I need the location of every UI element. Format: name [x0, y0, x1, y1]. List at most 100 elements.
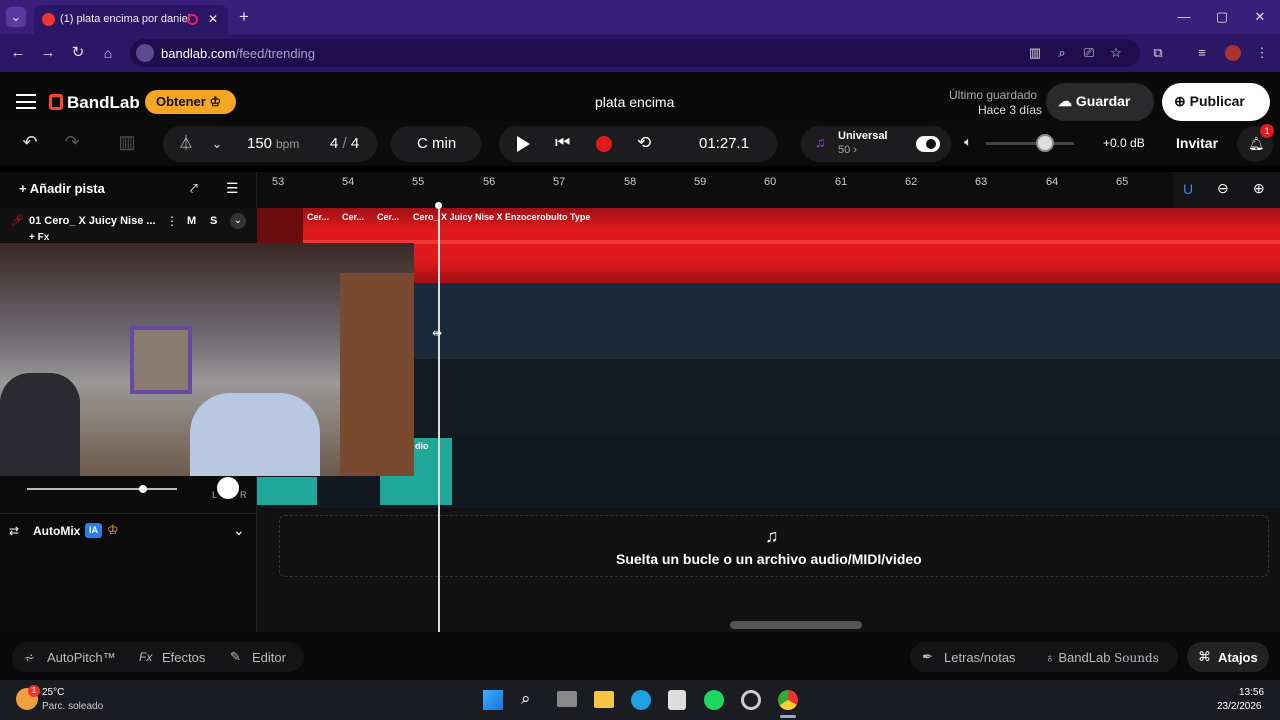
forward-icon[interactable]: →: [38, 43, 58, 63]
publish-button[interactable]: ⊕ Publicar: [1162, 83, 1270, 121]
position-display: 01:27.1: [699, 135, 750, 152]
add-track-button[interactable]: + Añadir pista: [19, 181, 105, 196]
invite-button[interactable]: Invitar: [1176, 135, 1218, 151]
pan-right-label: R: [240, 490, 247, 500]
skip-to-start-icon[interactable]: ⏮: [555, 133, 570, 153]
search-icon[interactable]: ⌕: [521, 689, 531, 709]
timeline-ruler[interactable]: 53 54 55 56 57 58 59 60 61 62 63 64 65 U…: [257, 172, 1280, 208]
preset-value[interactable]: 50 ›: [838, 144, 857, 156]
save-button[interactable]: ☁ Guardar: [1046, 83, 1154, 121]
hamburger-menu-icon[interactable]: [16, 94, 36, 109]
crown-icon: ♔: [209, 94, 222, 109]
track-1-name[interactable]: 01 Cero_ X Juicy Nise ...: [29, 215, 156, 227]
autopitch-button[interactable]: AutoPitch™: [47, 650, 116, 665]
maximize-icon[interactable]: ▢: [1212, 7, 1232, 27]
reader-mode-icon[interactable]: ▥: [1025, 43, 1045, 63]
profile-avatar[interactable]: [1225, 45, 1241, 61]
task-view-icon[interactable]: [557, 691, 577, 707]
key-value: C min: [417, 135, 457, 152]
new-tab-icon[interactable]: +: [234, 7, 254, 27]
effects-button[interactable]: Efectos: [162, 650, 205, 665]
file-explorer-icon[interactable]: [594, 691, 614, 708]
microphone-icon: 🎤︎: [10, 215, 24, 227]
mixer-settings-icon[interactable]: ☰: [226, 180, 239, 197]
tempo-value[interactable]: 150: [247, 135, 272, 152]
snap-magnet-icon[interactable]: U: [1183, 181, 1193, 197]
close-tab-icon[interactable]: ✕: [208, 5, 218, 34]
track-volume-slider[interactable]: [27, 485, 177, 493]
metronome-dropdown-icon[interactable]: ⌄: [207, 134, 227, 154]
lyrics-button[interactable]: Letras/notas: [944, 650, 1016, 665]
record-icon[interactable]: [596, 136, 612, 152]
volume-icon[interactable]: 🔈︎: [958, 132, 978, 152]
zoom-in-icon[interactable]: ⊕: [1253, 180, 1265, 197]
volume-handle[interactable]: [139, 485, 147, 493]
media-control-icon[interactable]: ≡: [1192, 43, 1212, 63]
zoom-out-icon[interactable]: ⊖: [1217, 180, 1229, 197]
metronome-icon[interactable]: ⏃: [176, 134, 196, 154]
bar-number: 57: [553, 176, 566, 188]
get-membership-button[interactable]: Obtener ♔: [145, 90, 236, 114]
automix-expand-icon[interactable]: ⌄: [233, 522, 245, 539]
address-bar[interactable]: bandlab.com/feed/trending: [130, 39, 1140, 67]
redo-icon[interactable]: ↷: [62, 132, 82, 152]
browser-tab[interactable]: (1) plata encima por daniel ✕: [34, 5, 228, 34]
url-text: bandlab.com/feed/trending: [161, 46, 315, 61]
clock-time[interactable]: 13:56: [1239, 687, 1264, 698]
cast-icon[interactable]: ⎚: [1079, 43, 1099, 63]
bar-number: 62: [905, 176, 918, 188]
track-1-header[interactable]: 🎤︎ 01 Cero_ X Juicy Nise ... ⋮ M S ⌄ + F…: [0, 208, 257, 243]
shortcuts-button[interactable]: ⌘ Atajos: [1187, 642, 1269, 672]
browser-menu-icon[interactable]: ⋮: [1252, 43, 1272, 63]
play-icon[interactable]: [517, 136, 530, 152]
key-selector[interactable]: C min: [391, 126, 481, 162]
automix-row[interactable]: ⇄ AutoMix IA ♔ ⌄: [0, 513, 257, 547]
pan-knob[interactable]: [217, 477, 239, 499]
reload-icon[interactable]: ↻: [68, 43, 88, 63]
playhead-handle[interactable]: [435, 202, 442, 209]
back-icon[interactable]: ←: [8, 43, 28, 63]
playhead[interactable]: [438, 204, 440, 632]
track-expand-icon[interactable]: ⌄: [230, 213, 246, 229]
site-info-icon[interactable]: [136, 44, 154, 62]
undo-icon[interactable]: ↶: [20, 132, 40, 152]
home-icon[interactable]: ⌂: [98, 43, 118, 63]
chrome-icon[interactable]: [778, 690, 798, 710]
loop-icon[interactable]: ⟲: [637, 133, 651, 153]
bandlab-logo-icon: [49, 94, 63, 110]
sounds-button[interactable]: ♁ BandLab Sounds: [1045, 650, 1159, 665]
automation-icon[interactable]: ⤤: [190, 180, 198, 197]
drop-zone[interactable]: ♫ Suelta un bucle o un archivo audio/MID…: [279, 515, 1269, 577]
close-window-icon[interactable]: ✕: [1250, 7, 1270, 27]
keyboard-icon[interactable]: ▥: [117, 132, 137, 152]
horizontal-scrollbar[interactable]: [730, 621, 862, 629]
mute-button[interactable]: M: [187, 215, 196, 227]
lyrics-pen-icon: ✒: [922, 649, 933, 664]
recording-indicator-icon: [187, 14, 198, 25]
bar-number: 64: [1046, 176, 1059, 188]
bookmark-star-icon[interactable]: ☆: [1106, 43, 1126, 63]
track-menu-icon[interactable]: ⋮: [166, 214, 178, 228]
project-title[interactable]: plata encima: [595, 94, 674, 110]
editor-button[interactable]: Editor: [252, 650, 286, 665]
edge-browser-icon[interactable]: [631, 690, 651, 710]
time-signature[interactable]: 4 / 4: [330, 135, 359, 152]
notifications-button[interactable]: 🔔︎ 1: [1237, 124, 1274, 162]
add-fx-button[interactable]: + Fx: [29, 232, 49, 243]
solo-button[interactable]: S: [210, 215, 217, 227]
spotify-icon[interactable]: [704, 690, 724, 710]
store-icon[interactable]: [668, 690, 686, 710]
zoom-icon[interactable]: ⌕: [1052, 43, 1072, 63]
clock-date[interactable]: 23/2/2026: [1217, 701, 1262, 712]
master-volume-slider[interactable]: [986, 134, 1074, 152]
extensions-icon[interactable]: ⧉: [1148, 43, 1168, 63]
pencil-icon: ✎: [230, 649, 241, 664]
start-windows-icon[interactable]: [483, 690, 503, 710]
app-icon[interactable]: [741, 690, 761, 710]
tab-list-chevron-icon[interactable]: ⌄: [6, 7, 26, 27]
preset-toggle[interactable]: [916, 136, 940, 152]
minimize-icon[interactable]: —: [1174, 7, 1194, 27]
volume-slider-handle[interactable]: [1036, 134, 1054, 152]
preset-name[interactable]: Universal: [838, 130, 888, 142]
teal-audio-clip[interactable]: [257, 477, 317, 505]
